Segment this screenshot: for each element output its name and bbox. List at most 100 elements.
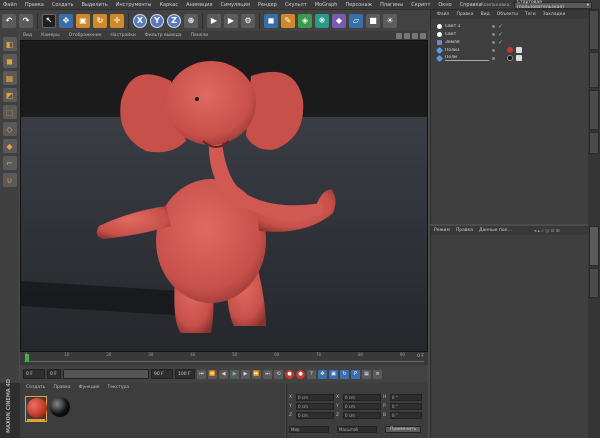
move-icon[interactable]: ✥ xyxy=(59,13,73,28)
live-select-icon[interactable]: ↖ xyxy=(42,13,56,28)
model-mode-icon[interactable]: ◼ xyxy=(2,54,17,68)
attribute-nav-icons[interactable]: ◂ ▴ ⌕ ◎ ⊡ ⊞ xyxy=(534,228,560,234)
menu-help[interactable]: Справка xyxy=(460,2,482,8)
texture-mode-icon[interactable]: ▦ xyxy=(2,71,17,85)
material-menu-function[interactable]: Функция xyxy=(79,385,100,390)
rotation-b-field[interactable]: 0 ° xyxy=(390,412,422,419)
recent-tool-icon[interactable]: ✛ xyxy=(110,13,124,28)
visibility-dot[interactable] xyxy=(492,56,495,60)
menu-simulate[interactable]: Симуляция xyxy=(221,2,250,8)
material-tag-icon[interactable] xyxy=(507,47,513,53)
material-menu-create[interactable]: Создать xyxy=(26,385,45,390)
render-picture-viewer-icon[interactable]: ▶ xyxy=(224,13,238,28)
menu-mograph[interactable]: MoGraph xyxy=(315,2,338,8)
material-menu-texture[interactable]: Текстура xyxy=(107,385,129,390)
material-slot-red[interactable] xyxy=(25,396,47,422)
maximize-icon[interactable] xyxy=(420,32,426,39)
end-frame-field[interactable]: 90 F xyxy=(151,369,173,379)
floor-icon[interactable]: ▱ xyxy=(349,13,363,28)
previous-frame-icon[interactable]: ◀ xyxy=(219,369,228,379)
tab-objects[interactable] xyxy=(589,10,599,50)
key-scale-icon[interactable]: ▣ xyxy=(329,369,338,379)
key-parameter-icon[interactable]: P xyxy=(351,369,360,379)
phong-tag-icon[interactable] xyxy=(516,55,522,61)
visibility-dot[interactable] xyxy=(492,32,495,36)
tab-takes[interactable] xyxy=(589,52,599,88)
material-tag-icon[interactable] xyxy=(507,55,513,61)
size-x-field[interactable]: 0 cm xyxy=(343,394,381,401)
deformer-icon[interactable]: ◆ xyxy=(332,13,346,28)
camera-icon[interactable]: ■ xyxy=(366,13,380,28)
menu-create[interactable]: Создать xyxy=(52,2,74,8)
timeline-menu-icon[interactable]: ≡ xyxy=(373,369,382,379)
attribute-menu-userdata[interactable]: Данные пол… xyxy=(479,228,512,233)
go-to-start-icon[interactable]: ⏮ xyxy=(197,369,206,379)
coordinate-system-icon[interactable]: ⊕ xyxy=(184,13,198,28)
object-menu-bookmarks[interactable]: Закладки xyxy=(543,12,566,17)
edges-mode-icon[interactable]: ◇ xyxy=(2,122,17,136)
rotation-p-field[interactable]: 0 ° xyxy=(390,403,422,410)
object-menu-tags[interactable]: Теги xyxy=(525,12,536,17)
start-frame-field[interactable]: 0 F xyxy=(23,369,45,379)
workplane-icon[interactable]: ◩ xyxy=(2,88,17,102)
menu-mesh[interactable]: Каркас xyxy=(159,2,178,8)
enabled-check-icon[interactable]: ✓ xyxy=(498,23,503,30)
object-menu-objects[interactable]: Объекты xyxy=(497,12,518,17)
next-frame-icon[interactable]: ▶ xyxy=(241,369,250,379)
light-icon[interactable]: ☀ xyxy=(383,13,397,28)
object-row[interactable]: Поли xyxy=(431,54,589,62)
visibility-dot[interactable] xyxy=(492,24,495,28)
y-axis-icon[interactable]: Y xyxy=(150,13,164,28)
max-frame-field[interactable]: 100 F xyxy=(175,369,195,379)
object-menu-file[interactable]: Файл xyxy=(437,12,449,17)
key-position-icon[interactable]: ✥ xyxy=(318,369,327,379)
autokey-icon[interactable]: ● xyxy=(296,369,305,379)
menu-window[interactable]: Окно xyxy=(438,2,451,8)
pan-icon[interactable] xyxy=(396,32,402,39)
tab-structure[interactable] xyxy=(589,132,599,154)
coord-mode-select[interactable]: Мир xyxy=(289,426,329,433)
object-menu-view[interactable]: Вид xyxy=(481,12,490,17)
menu-render[interactable]: Рендер xyxy=(258,2,277,8)
material-slot-black[interactable] xyxy=(49,396,71,422)
timeline-ruler[interactable]: 0 10 20 30 40 50 60 70 80 90 0 F xyxy=(20,352,428,365)
orbit-icon[interactable] xyxy=(412,32,418,39)
perspective-viewport[interactable] xyxy=(20,40,428,352)
coord-size-select[interactable]: Масштаб xyxy=(337,426,377,433)
z-axis-icon[interactable]: Z xyxy=(167,13,181,28)
viewport-menu-view[interactable]: Вид xyxy=(23,33,32,38)
cube-icon[interactable]: ◼ xyxy=(264,13,278,28)
magnet-icon[interactable]: ∪ xyxy=(2,173,17,187)
cloner-icon[interactable]: ❋ xyxy=(315,13,329,28)
rotate-icon[interactable]: ↻ xyxy=(93,13,107,28)
loop-icon[interactable]: ⟲ xyxy=(274,369,283,379)
current-frame-field[interactable]: 0 F xyxy=(47,369,61,379)
position-z-field[interactable]: 0 cm xyxy=(296,412,334,419)
apply-button[interactable]: Применить xyxy=(385,426,422,433)
object-row[interactable]: Земля ✓ xyxy=(431,38,589,46)
snap-icon[interactable]: ⌐ xyxy=(2,156,17,170)
previous-key-icon[interactable]: ⏪ xyxy=(208,369,217,379)
record-key-icon[interactable]: ● xyxy=(285,369,294,379)
object-row[interactable]: Поли1 xyxy=(431,46,589,54)
visibility-dot[interactable] xyxy=(492,40,495,44)
render-settings-icon[interactable]: ⚙ xyxy=(241,13,255,28)
menu-sculpt[interactable]: Скульпт xyxy=(285,2,307,8)
go-to-end-icon[interactable]: ⏭ xyxy=(263,369,272,379)
render-view-icon[interactable]: ▶ xyxy=(207,13,221,28)
menu-character[interactable]: Персонаж xyxy=(345,2,372,8)
enabled-check-icon[interactable]: ✓ xyxy=(498,39,503,46)
key-pla-icon[interactable]: ▦ xyxy=(362,369,371,379)
subdivision-icon[interactable]: ◈ xyxy=(298,13,312,28)
object-menu-edit[interactable]: Правка xyxy=(456,12,473,17)
menu-tools[interactable]: Инструменты xyxy=(116,2,152,8)
object-row[interactable]: Свет ✓ xyxy=(431,30,589,38)
tab-content-browser[interactable] xyxy=(589,90,599,130)
attribute-menu-mode[interactable]: Режим xyxy=(434,228,450,233)
key-rotation-icon[interactable]: ↻ xyxy=(340,369,349,379)
layout-dropdown[interactable]: Стартовая (пользовательская) ▾ xyxy=(514,0,592,10)
phong-tag-icon[interactable] xyxy=(516,47,522,53)
undo-icon[interactable]: ↶ xyxy=(2,13,16,28)
preview-range-slider[interactable] xyxy=(63,369,149,379)
pen-icon[interactable]: ✎ xyxy=(281,13,295,28)
